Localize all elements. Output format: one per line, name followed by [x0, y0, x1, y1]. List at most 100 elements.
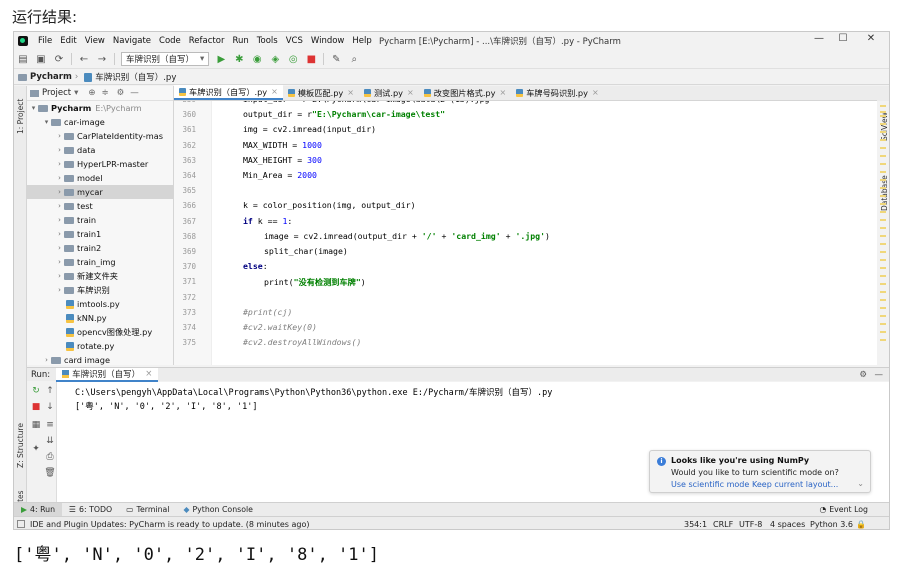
tree-item[interactable]: opencv图像处理.py	[27, 325, 173, 339]
menu-vcs[interactable]: VCS	[282, 36, 307, 46]
warning-marker[interactable]	[880, 203, 886, 205]
profile-icon[interactable]: ◈	[268, 52, 282, 66]
warning-marker[interactable]	[880, 243, 886, 245]
warning-marker[interactable]	[880, 147, 886, 149]
debug-icon[interactable]: ✱	[232, 52, 246, 66]
code-editor[interactable]: 359 360 361 362 363 364 365 366 367 368 369 370 371 3…	[174, 101, 877, 365]
coverage-icon[interactable]: ◉	[250, 52, 264, 66]
chevron-right-icon[interactable]: ›	[55, 188, 64, 196]
stop-icon[interactable]: ■	[30, 402, 42, 412]
warning-marker[interactable]	[880, 283, 886, 285]
open-folder-icon[interactable]: ▤	[16, 52, 30, 66]
tree-item[interactable]: › data	[27, 143, 173, 157]
warning-marker[interactable]	[880, 235, 886, 237]
status-square-icon[interactable]	[17, 520, 25, 528]
close-icon[interactable]: ×	[407, 88, 414, 97]
close-icon[interactable]: ×	[145, 369, 152, 379]
collapse-icon[interactable]: ≑	[102, 88, 109, 98]
gear-icon[interactable]: ⚙	[859, 370, 867, 380]
tree-item[interactable]: › CarPlateIdentity-mas	[27, 129, 173, 143]
chevron-right-icon[interactable]: ›	[55, 258, 64, 266]
tree-item[interactable]: › 新建文件夹	[27, 269, 173, 283]
tree-item[interactable]: ▾ Pycharm E:\Pycharm	[27, 101, 173, 115]
python-console-tool-tab[interactable]: ◆ Python Console	[176, 503, 259, 517]
editor-tab[interactable]: 车牌号码识别.py ×	[511, 85, 603, 100]
editor-tab[interactable]: 模板匹配.py ×	[283, 85, 359, 100]
file-encoding[interactable]: UTF-8	[739, 520, 762, 529]
breadcrumb-file[interactable]: 车牌识别（自写）.py	[95, 71, 176, 83]
maximize-button[interactable]: ☐	[836, 33, 850, 44]
warning-marker[interactable]	[880, 339, 886, 341]
close-icon[interactable]: ×	[499, 88, 506, 97]
chevron-right-icon[interactable]: ›	[55, 174, 64, 182]
warning-marker[interactable]	[880, 171, 886, 173]
breadcrumb-project[interactable]: Pycharm	[30, 72, 72, 82]
tree-item[interactable]: kNN.py	[27, 311, 173, 325]
line-separator[interactable]: CRLF	[713, 520, 733, 529]
hide-icon[interactable]: —	[875, 370, 884, 380]
menu-navigate[interactable]: Navigate	[109, 36, 155, 46]
interpreter[interactable]: Python 3.6	[810, 520, 853, 529]
warning-marker[interactable]	[880, 111, 886, 113]
chevron-right-icon[interactable]: ›	[55, 132, 64, 140]
run-config-select[interactable]: 车牌识别（自写） ▾	[121, 52, 210, 66]
forward-icon[interactable]: →	[95, 52, 109, 66]
menu-view[interactable]: View	[81, 36, 109, 46]
warning-marker[interactable]	[880, 315, 886, 317]
concurrency-icon[interactable]: ◎	[286, 52, 300, 66]
warning-marker[interactable]	[880, 179, 886, 181]
warning-marker[interactable]	[880, 195, 886, 197]
stop-icon[interactable]: ■	[304, 52, 318, 66]
chevron-right-icon[interactable]: ›	[55, 216, 64, 224]
menu-edit[interactable]: Edit	[56, 36, 80, 46]
warning-marker[interactable]	[880, 251, 886, 253]
tree-item[interactable]: › 车牌识别	[27, 283, 173, 297]
sync-icon[interactable]: ⟳	[52, 52, 66, 66]
chevron-right-icon[interactable]: ›	[55, 202, 64, 210]
tree-item[interactable]: › HyperLPR-master	[27, 157, 173, 171]
locate-icon[interactable]: ⊕	[88, 88, 95, 98]
warning-marker[interactable]	[880, 139, 886, 141]
close-icon[interactable]: ×	[271, 87, 278, 96]
indent-setting[interactable]: 4 spaces	[770, 520, 805, 529]
tree-item[interactable]: › model	[27, 171, 173, 185]
chevron-right-icon[interactable]: ›	[55, 160, 64, 168]
chevron-right-icon[interactable]: ›	[55, 230, 64, 238]
search-icon[interactable]: ⌕	[347, 52, 361, 66]
todo-tool-tab[interactable]: ☰ 6: TODO	[62, 503, 119, 517]
tree-item[interactable]: › train2	[27, 241, 173, 255]
chevron-down-icon[interactable]: ▾	[29, 104, 38, 112]
minimize-button[interactable]: —	[812, 33, 826, 44]
warning-marker[interactable]	[880, 323, 886, 325]
chevron-down-icon[interactable]: ⌄	[857, 479, 864, 488]
chevron-right-icon[interactable]: ›	[42, 356, 51, 364]
chevron-right-icon[interactable]: ›	[55, 146, 64, 154]
menu-file[interactable]: File	[34, 36, 56, 46]
warning-marker[interactable]	[880, 163, 886, 165]
lock-icon[interactable]: 🔒	[856, 520, 866, 529]
close-icon[interactable]: ×	[347, 88, 354, 97]
close-icon[interactable]: ×	[592, 88, 599, 97]
tree-item[interactable]: imtools.py	[27, 297, 173, 311]
caret-position[interactable]: 354:1	[684, 520, 707, 529]
tree-item[interactable]: › mycar	[27, 185, 173, 199]
chevron-down-icon[interactable]: ▾	[42, 118, 51, 126]
chevron-right-icon[interactable]: ›	[55, 244, 64, 252]
warning-marker[interactable]	[880, 211, 886, 213]
chevron-right-icon[interactable]: ›	[55, 286, 64, 294]
tree-item[interactable]: ▾ car-image	[27, 115, 173, 129]
menu-refactor[interactable]: Refactor	[185, 36, 229, 46]
terminal-tool-tab[interactable]: ▭ Terminal	[119, 503, 176, 517]
close-button[interactable]: ✕	[864, 33, 878, 44]
scroll-to-end-icon[interactable]: ⇊	[44, 436, 56, 446]
warning-marker[interactable]	[880, 131, 886, 133]
warning-marker[interactable]	[880, 115, 886, 117]
warning-marker[interactable]	[880, 123, 886, 125]
tree-item[interactable]: › train_img	[27, 255, 173, 269]
editor-tab[interactable]: 测试.py ×	[359, 85, 419, 100]
trash-icon[interactable]: 🗑	[44, 468, 56, 478]
settings-wrench-icon[interactable]: ✎	[329, 52, 343, 66]
status-message[interactable]: IDE and Plugin Updates: PyCharm is ready…	[30, 520, 309, 529]
warning-marker[interactable]	[880, 267, 886, 269]
warning-marker[interactable]	[880, 307, 886, 309]
